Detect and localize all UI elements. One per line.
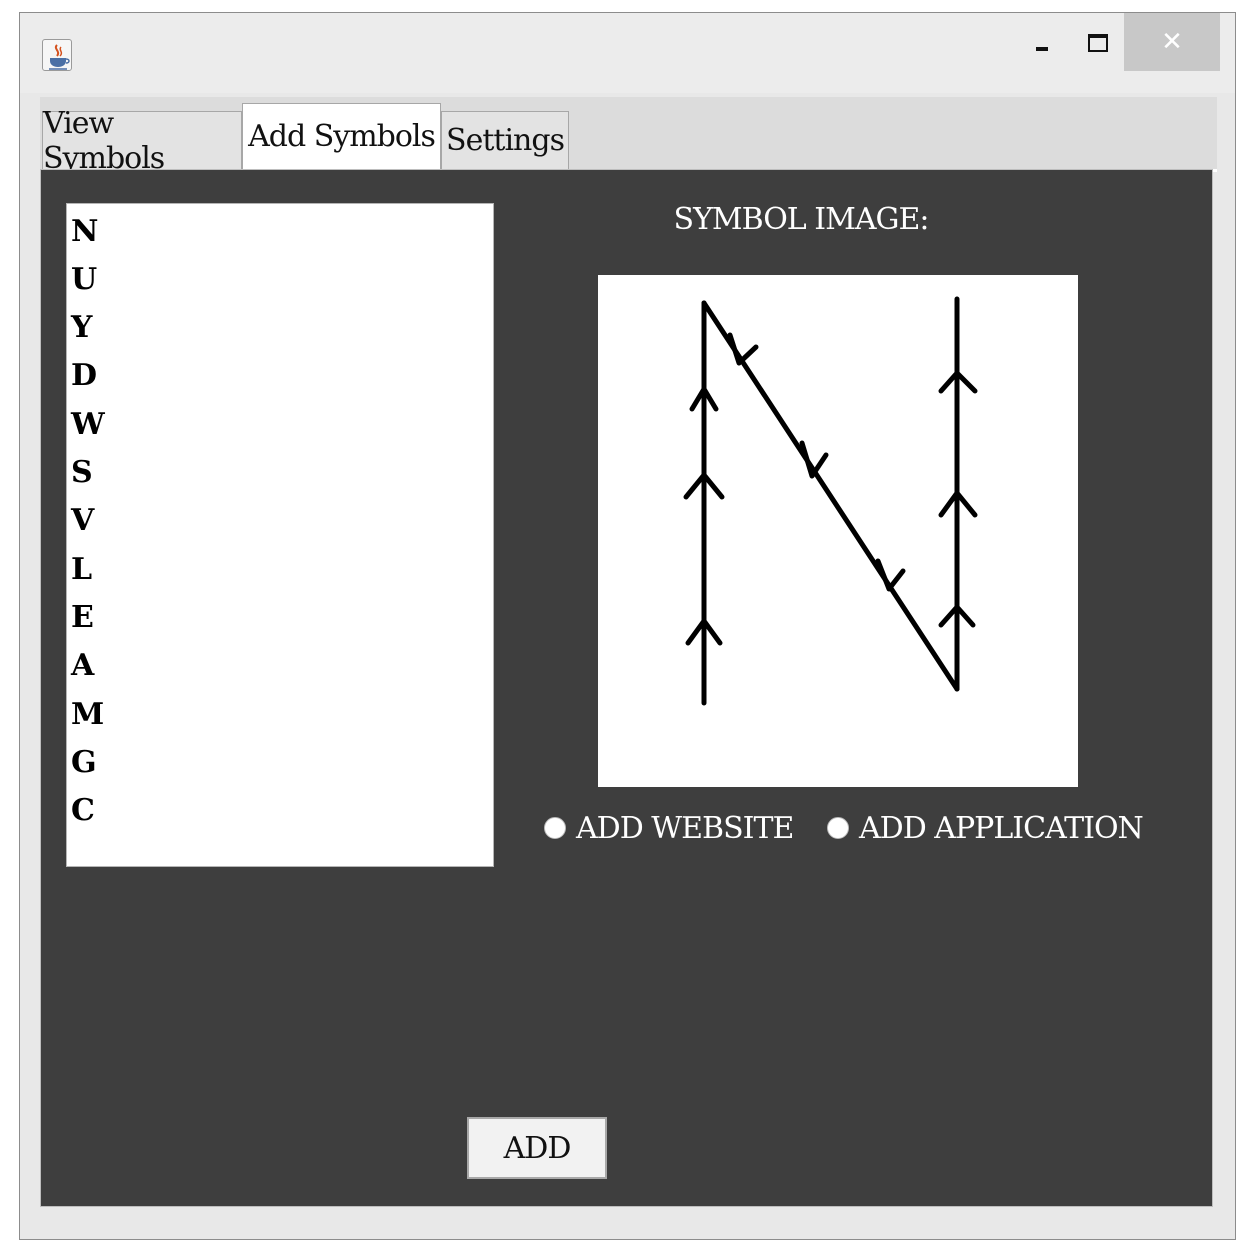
add-button[interactable]: ADD [467,1117,607,1179]
list-item[interactable]: N [71,208,98,256]
list-item[interactable]: S [71,449,93,497]
radio-button[interactable] [827,817,849,839]
add-website-option[interactable]: ADD WEBSITE [544,806,794,850]
tab-view-symbols[interactable]: View Symbols [42,106,242,176]
list-item[interactable]: M [71,691,104,739]
list-item[interactable]: L [71,546,92,594]
symbol-image-label: SYMBOL IMAGE: [673,202,930,237]
close-icon: ✕ [1161,27,1183,57]
app-window: ✕ View Symbols Add Symbols Settings N U … [19,12,1236,1240]
list-item[interactable]: E [71,594,94,642]
add-symbols-panel: N U Y D W S V L E A M G C SYMBOL IMAGE: [40,169,1213,1207]
maximize-icon [1088,34,1108,52]
list-item[interactable]: C [71,787,95,835]
add-application-option[interactable]: ADD APPLICATION [827,806,1144,850]
add-website-label: ADD WEBSITE [576,810,794,846]
minimize-icon [1036,47,1048,51]
close-button[interactable]: ✕ [1124,13,1220,71]
symbol-image [598,275,1078,787]
minimize-button[interactable] [1016,17,1068,71]
list-item[interactable]: G [71,739,97,787]
list-item[interactable]: U [71,256,97,304]
list-item[interactable]: D [71,352,97,400]
radio-button[interactable] [544,817,566,839]
title-bar[interactable]: ✕ [20,13,1235,93]
tab-add-symbols[interactable]: Add Symbols [242,103,441,169]
maximize-button[interactable] [1072,17,1124,71]
symbol-list[interactable]: N U Y D W S V L E A M G C [66,203,494,867]
add-application-label: ADD APPLICATION [859,810,1144,846]
list-item[interactable]: Y [71,304,92,352]
list-item[interactable]: W [71,401,105,449]
java-cup-icon[interactable] [42,39,72,71]
list-item[interactable]: A [71,642,94,690]
symbol-n-drawing [683,296,978,706]
tab-bar: View Symbols Add Symbols Settings [40,97,1217,176]
list-item[interactable]: V [71,497,94,545]
tab-settings[interactable]: Settings [441,111,569,169]
